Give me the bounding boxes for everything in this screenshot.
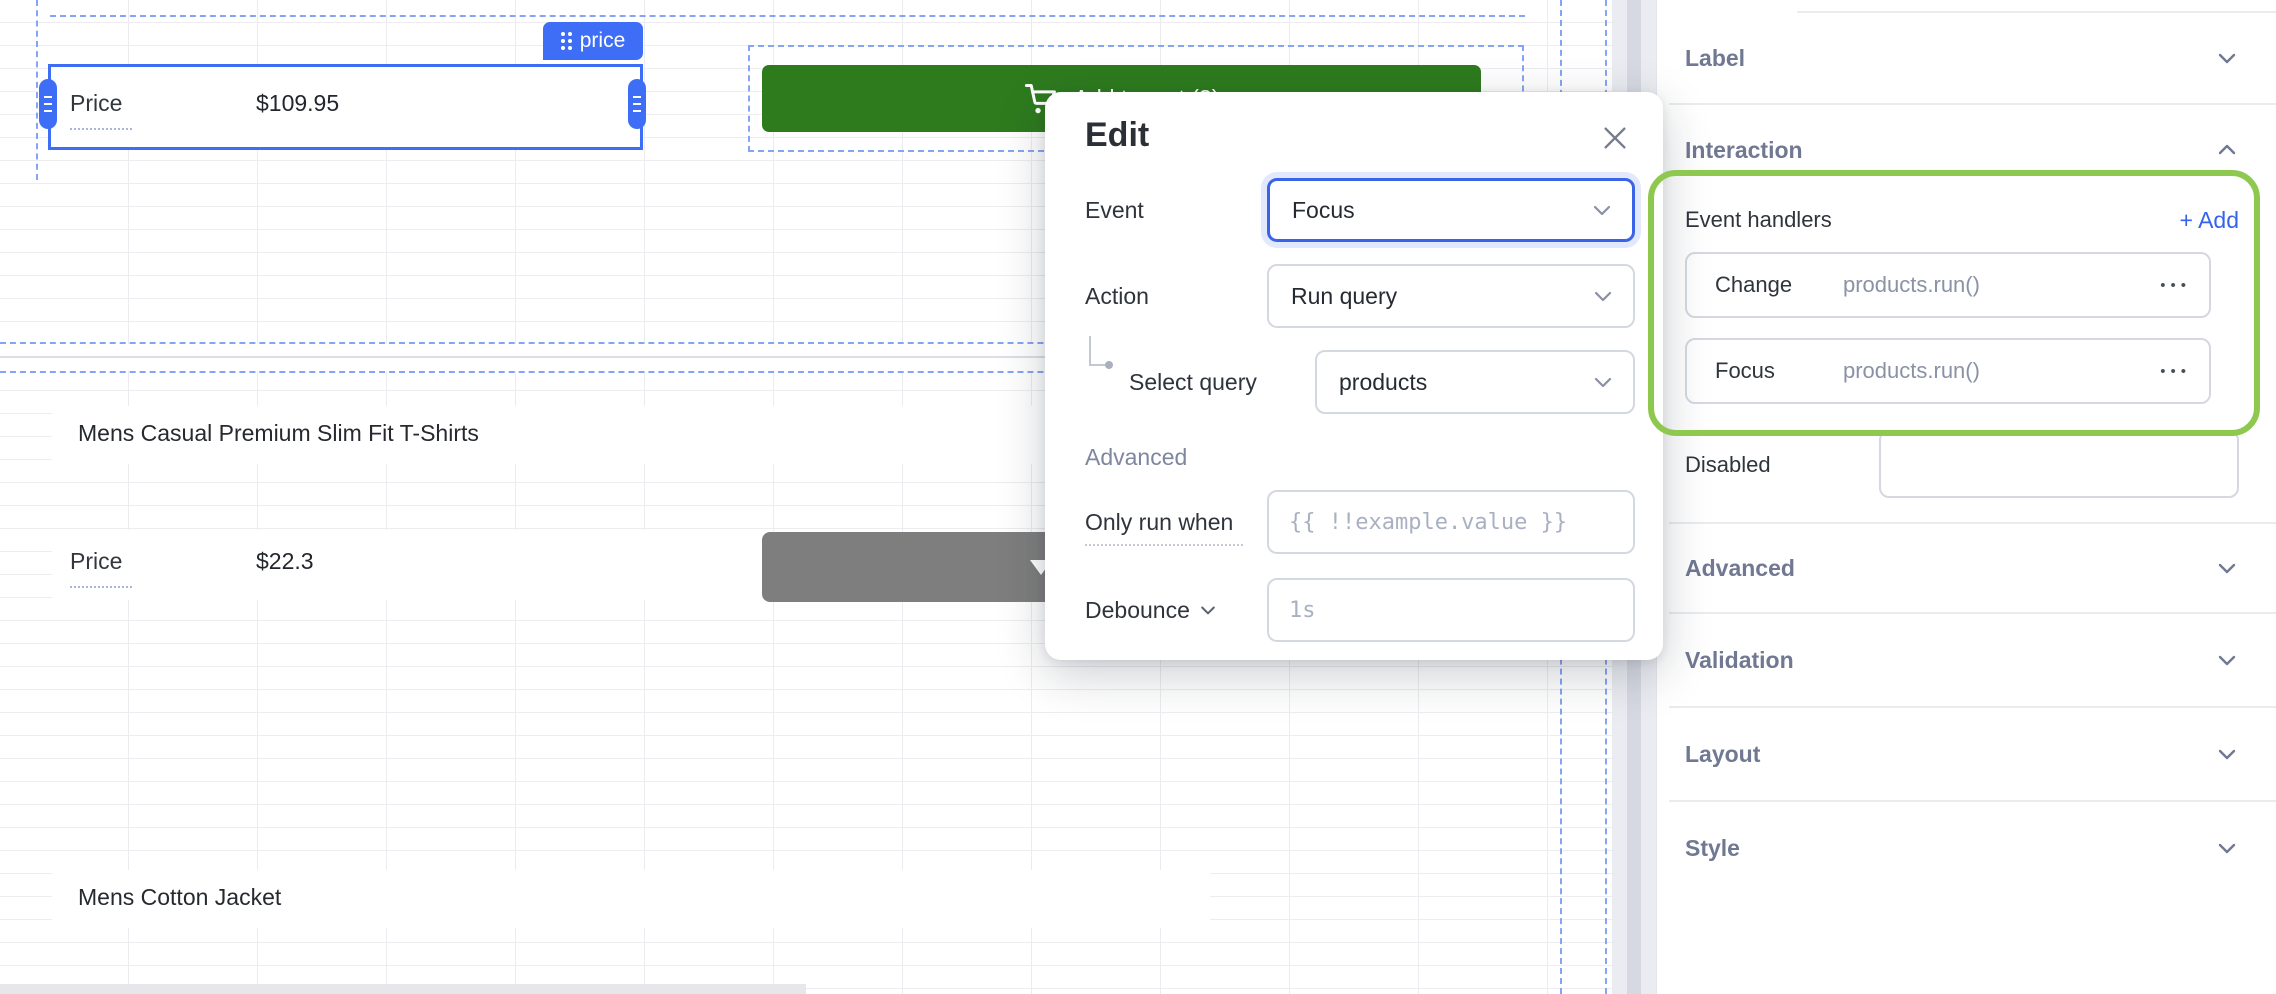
section-title: Advanced: [1685, 555, 1795, 582]
drag-handle-icon: [561, 32, 572, 50]
handler-action: products.run(): [1843, 358, 2160, 384]
chevron-down-icon: [2215, 648, 2239, 672]
container-guide-top: [50, 15, 1525, 17]
component-name-tag[interactable]: price: [543, 22, 643, 60]
section-advanced[interactable]: Advanced: [1685, 550, 2239, 586]
chevron-down-icon: [1591, 370, 1615, 394]
section-title: Layout: [1685, 741, 1760, 768]
divider: [1669, 522, 2276, 524]
action-select[interactable]: Run query: [1267, 264, 1635, 328]
inspector-panel: Label Interaction Event handlers + Add C…: [1656, 0, 2276, 994]
section-title: Validation: [1685, 647, 1794, 674]
product-title: Mens Cotton Jacket: [78, 884, 281, 911]
debounce-input[interactable]: [1289, 580, 1621, 640]
event-handler-row-change[interactable]: Change products.run() •••: [1685, 252, 2211, 318]
row-bg: [52, 530, 762, 600]
chevron-down-icon: [2215, 836, 2239, 860]
container-guide-left: [36, 0, 38, 180]
close-icon[interactable]: [1599, 122, 1631, 154]
event-select-value: Focus: [1292, 197, 1590, 224]
section-title: Style: [1685, 835, 1740, 862]
divider: [1669, 706, 2276, 708]
only-run-when-input[interactable]: [1289, 492, 1621, 552]
resize-handle-left[interactable]: [39, 79, 57, 129]
price-field-value: $109.95: [256, 90, 339, 117]
debounce-label: Debounce: [1085, 597, 1190, 624]
divider: [1669, 800, 2276, 802]
nested-branch-icon: [1089, 336, 1119, 382]
action-select-value: Run query: [1291, 283, 1591, 310]
label-dotted-underline: [70, 586, 132, 588]
section-interaction[interactable]: Interaction: [1685, 132, 2239, 168]
select-query-select[interactable]: products: [1315, 350, 1635, 414]
only-run-when-field: [1267, 490, 1635, 554]
disabled-input[interactable]: [1879, 430, 2239, 498]
event-handler-row-focus[interactable]: Focus products.run() •••: [1685, 338, 2211, 404]
component-name-label: price: [580, 29, 626, 53]
resize-handle-right[interactable]: [628, 79, 646, 129]
debounce-label-row[interactable]: Debounce: [1085, 578, 1218, 642]
debounce-field: [1267, 578, 1635, 642]
section-label[interactable]: Label: [1685, 40, 2239, 76]
chevron-down-icon: [1198, 600, 1218, 620]
handler-event: Change: [1715, 272, 1843, 298]
product-title: Mens Casual Premium Slim Fit T-Shirts: [78, 420, 479, 447]
chevron-down-icon: [1590, 198, 1614, 222]
divider: [1797, 11, 2276, 13]
label-dotted-underline: [1085, 544, 1243, 546]
event-handlers-row: Event handlers + Add: [1685, 200, 2239, 240]
section-title: Interaction: [1685, 137, 1803, 164]
price-field-label: Price: [70, 90, 122, 117]
section-title: Label: [1685, 45, 1745, 72]
chevron-down-icon: [2215, 46, 2239, 70]
section-validation[interactable]: Validation: [1685, 642, 2239, 678]
label-dotted-underline: [70, 128, 132, 130]
divider: [1669, 103, 2276, 105]
event-label: Event: [1085, 178, 1144, 242]
price-input-component[interactable]: [48, 64, 643, 150]
action-label: Action: [1085, 264, 1149, 328]
select-query-value: products: [1339, 369, 1591, 396]
canvas-bottom-edge: [0, 984, 806, 994]
handler-event: Focus: [1715, 358, 1843, 384]
modal-title: Edit: [1085, 116, 1149, 155]
disabled-label: Disabled: [1685, 452, 1771, 478]
more-options-icon[interactable]: •••: [2160, 277, 2191, 294]
select-query-label: Select query: [1129, 350, 1257, 414]
divider: [1669, 612, 2276, 614]
price-field-label-2: Price: [70, 548, 122, 575]
section-style[interactable]: Style: [1685, 830, 2239, 866]
section-layout[interactable]: Layout: [1685, 736, 2239, 772]
price-field-value-2: $22.3: [256, 548, 314, 575]
event-select[interactable]: Focus: [1267, 178, 1635, 242]
chevron-down-icon: [2215, 742, 2239, 766]
more-options-icon[interactable]: •••: [2160, 363, 2191, 380]
chevron-down-icon: [1591, 284, 1615, 308]
advanced-section-label: Advanced: [1085, 444, 1187, 471]
chevron-up-icon: [2215, 138, 2239, 162]
add-event-handler-button[interactable]: + Add: [2180, 207, 2239, 234]
chevron-down-icon: [2215, 556, 2239, 580]
handler-action: products.run(): [1843, 272, 2160, 298]
edit-event-handler-modal: Edit Event Focus Action Run query Select…: [1045, 92, 1663, 660]
event-handlers-title: Event handlers: [1685, 207, 1832, 233]
